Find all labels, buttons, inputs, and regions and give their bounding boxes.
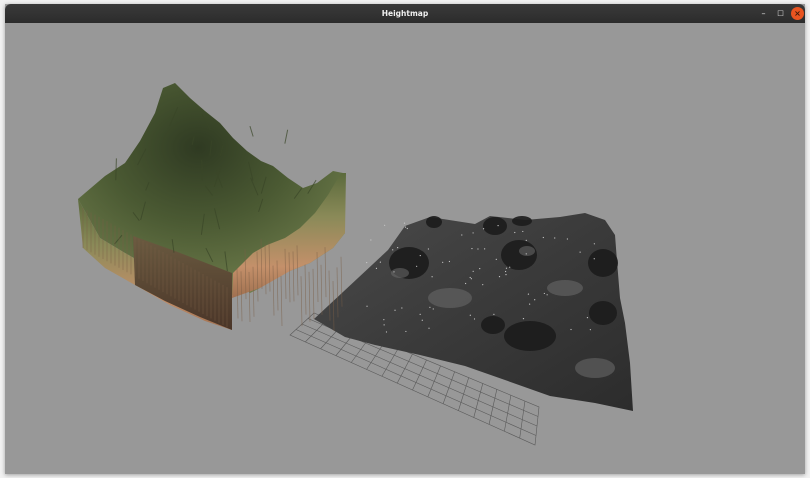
maximize-icon[interactable]: □	[774, 7, 787, 20]
crater-terrain	[314, 213, 633, 411]
render-viewport[interactable]	[5, 23, 805, 474]
title-bar[interactable]: Heightmap – □ ×	[5, 4, 805, 23]
close-icon[interactable]: ×	[791, 7, 804, 20]
app-window: Heightmap – □ ×	[5, 4, 805, 474]
scene-canvas	[78, 83, 633, 446]
window-title: Heightmap	[381, 9, 429, 18]
minimize-icon[interactable]: –	[757, 7, 770, 20]
mountain-terrain	[78, 83, 346, 332]
